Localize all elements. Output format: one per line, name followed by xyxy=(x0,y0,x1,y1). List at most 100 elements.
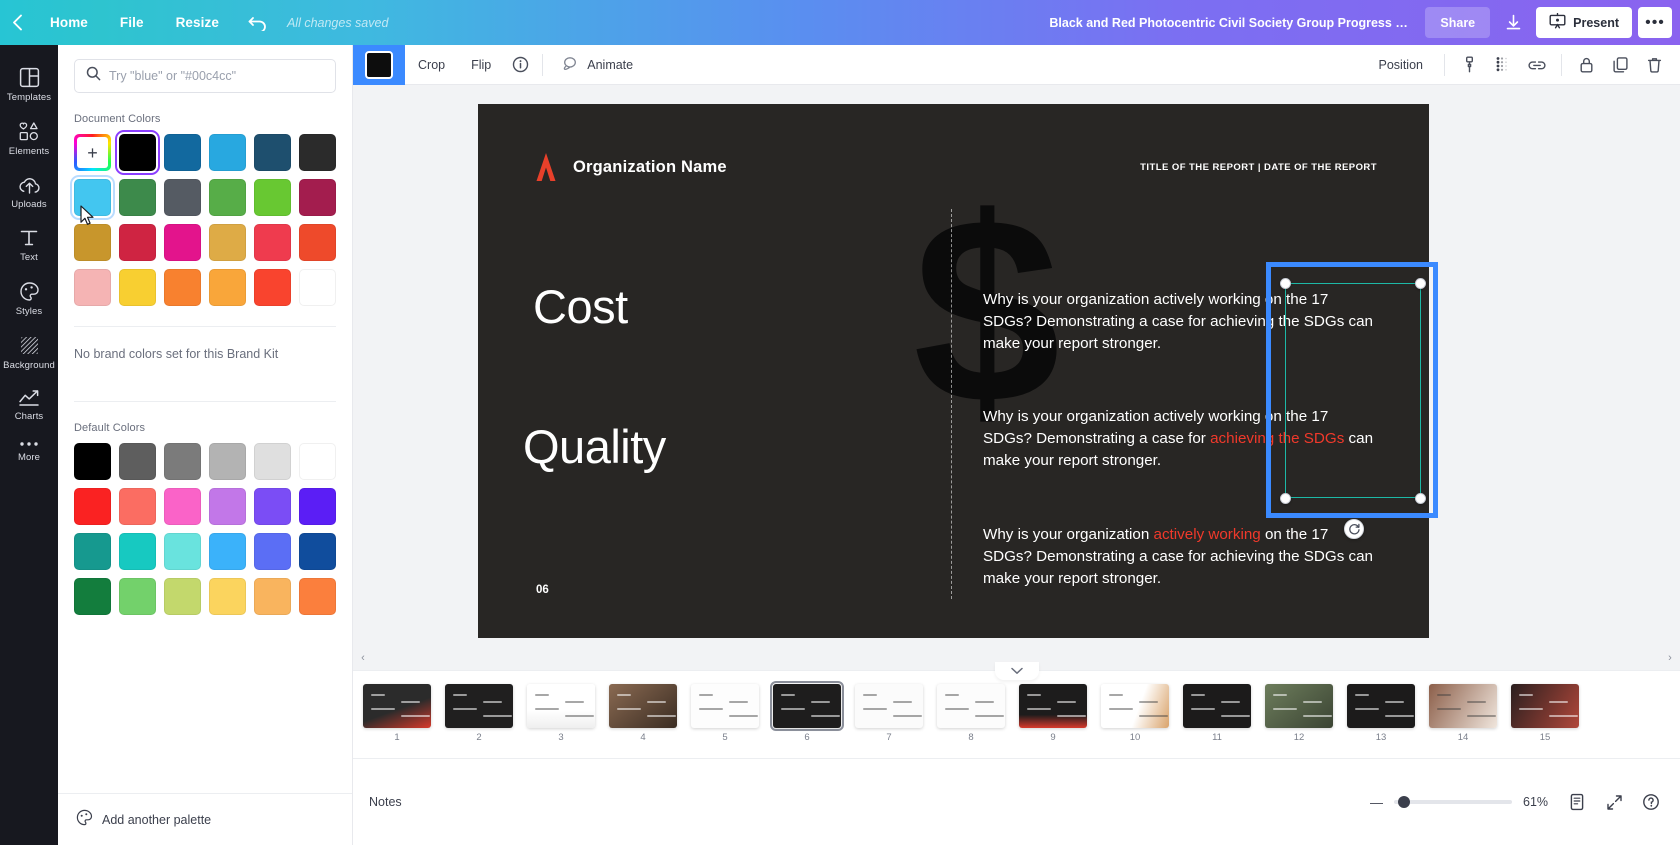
notes-button[interactable]: Notes xyxy=(369,795,402,809)
default-color-swatch[interactable] xyxy=(74,443,111,480)
slide-paragraph-3[interactable]: Why is your organization actively workin… xyxy=(983,524,1378,591)
default-color-swatch[interactable] xyxy=(119,488,156,525)
document-title[interactable]: Black and Red Photocentric Civil Society… xyxy=(1049,16,1409,30)
transparency-icon[interactable] xyxy=(1453,49,1485,81)
menu-home[interactable]: Home xyxy=(34,0,104,45)
sidebar-item-templates[interactable]: Templates xyxy=(0,57,58,111)
default-color-swatch[interactable] xyxy=(164,533,201,570)
document-color-swatch[interactable] xyxy=(164,134,201,171)
link-icon[interactable] xyxy=(1521,49,1553,81)
default-color-swatch[interactable] xyxy=(74,488,111,525)
sidebar-item-elements[interactable]: Elements xyxy=(0,111,58,165)
document-color-swatch[interactable] xyxy=(119,224,156,261)
canvas-scroll-right-icon[interactable]: › xyxy=(1662,650,1678,666)
page-thumbnail-item[interactable]: 5 xyxy=(691,684,759,743)
document-color-swatch[interactable] xyxy=(254,269,291,306)
default-color-swatch[interactable] xyxy=(299,443,336,480)
page-thumbnail-item[interactable]: 10 xyxy=(1101,684,1169,743)
page-thumbnail[interactable] xyxy=(1183,684,1251,728)
default-color-swatch[interactable] xyxy=(254,578,291,615)
zoom-slider-knob[interactable] xyxy=(1398,796,1410,808)
page-thumbnail[interactable] xyxy=(1347,684,1415,728)
zoom-out-button[interactable]: — xyxy=(1370,796,1383,809)
document-color-swatch[interactable] xyxy=(209,134,246,171)
sidebar-item-charts[interactable]: Charts xyxy=(0,379,58,430)
page-thumbnail[interactable] xyxy=(609,684,677,728)
document-color-swatch[interactable] xyxy=(299,134,336,171)
page-thumbnail[interactable] xyxy=(1101,684,1169,728)
page-thumbnail-item[interactable]: 11 xyxy=(1183,684,1251,743)
page-thumbnail-item[interactable]: 7 xyxy=(855,684,923,743)
document-color-swatch[interactable] xyxy=(119,269,156,306)
page-thumbnail-item[interactable]: 8 xyxy=(937,684,1005,743)
page-thumbnail-item[interactable]: 9 xyxy=(1019,684,1087,743)
download-icon[interactable] xyxy=(1496,7,1530,38)
default-color-swatch[interactable] xyxy=(119,533,156,570)
default-color-swatch[interactable] xyxy=(254,443,291,480)
flip-button[interactable]: Flip xyxy=(458,49,504,81)
rotate-handle[interactable] xyxy=(1344,519,1364,539)
effects-icon[interactable] xyxy=(1487,49,1519,81)
document-color-swatch[interactable] xyxy=(209,224,246,261)
default-color-swatch[interactable] xyxy=(254,533,291,570)
default-color-swatch[interactable] xyxy=(299,533,336,570)
menu-resize[interactable]: Resize xyxy=(160,0,235,45)
page-thumbnail-item[interactable]: 13 xyxy=(1347,684,1415,743)
page-thumbnail-item[interactable]: 2 xyxy=(445,684,513,743)
document-color-swatch[interactable] xyxy=(119,179,156,216)
help-icon[interactable] xyxy=(1638,789,1664,815)
document-color-swatch[interactable] xyxy=(209,269,246,306)
crop-button[interactable]: Crop xyxy=(405,49,458,81)
page-thumbnail-item[interactable]: 4 xyxy=(609,684,677,743)
color-search-input[interactable] xyxy=(109,69,324,83)
color-search-box[interactable] xyxy=(74,59,336,93)
position-button[interactable]: Position xyxy=(1366,49,1436,81)
page-thumbnail[interactable] xyxy=(445,684,513,728)
document-color-swatch[interactable] xyxy=(164,179,201,216)
page-thumbnail[interactable] xyxy=(937,684,1005,728)
page-thumbnail[interactable] xyxy=(1019,684,1087,728)
fullscreen-icon[interactable] xyxy=(1601,789,1627,815)
page-thumbnail[interactable] xyxy=(1429,684,1497,728)
document-color-swatch[interactable] xyxy=(74,224,111,261)
page-thumbnail-item[interactable]: 1 xyxy=(363,684,431,743)
info-icon[interactable] xyxy=(504,49,536,81)
document-color-swatch[interactable] xyxy=(254,179,291,216)
slide-word-quality[interactable]: Quality xyxy=(523,419,666,474)
slide-canvas[interactable]: Organization Name TITLE OF THE REPORT | … xyxy=(478,104,1429,638)
page-thumbnail-item[interactable]: 14 xyxy=(1429,684,1497,743)
page-thumbnail-item[interactable]: 3 xyxy=(527,684,595,743)
resize-handle-top-right[interactable] xyxy=(1415,278,1426,289)
sidebar-item-more[interactable]: More xyxy=(0,430,58,471)
default-color-swatch[interactable] xyxy=(209,533,246,570)
resize-handle-bottom-left[interactable] xyxy=(1280,493,1291,504)
default-color-swatch[interactable] xyxy=(74,533,111,570)
add-color-button[interactable]: + xyxy=(74,134,111,171)
page-thumbnail[interactable] xyxy=(691,684,759,728)
default-color-swatch[interactable] xyxy=(254,488,291,525)
animate-button[interactable]: Animate xyxy=(549,49,646,81)
document-color-swatch[interactable] xyxy=(299,224,336,261)
slide-paragraph-1[interactable]: Why is your organization actively workin… xyxy=(983,289,1378,356)
share-button[interactable]: Share xyxy=(1425,7,1491,38)
document-color-swatch[interactable] xyxy=(164,224,201,261)
sidebar-item-text[interactable]: Text xyxy=(0,218,58,271)
present-button[interactable]: Present xyxy=(1536,7,1632,38)
document-color-swatch[interactable] xyxy=(209,179,246,216)
sidebar-item-background[interactable]: Background xyxy=(0,325,58,379)
canvas-area[interactable]: Organization Name TITLE OF THE REPORT | … xyxy=(353,85,1680,670)
default-color-swatch[interactable] xyxy=(209,488,246,525)
undo-icon[interactable] xyxy=(235,0,281,45)
slide-word-cost[interactable]: Cost xyxy=(533,279,628,334)
page-thumbnail[interactable] xyxy=(770,681,844,731)
menu-file[interactable]: File xyxy=(104,0,160,45)
default-color-swatch[interactable] xyxy=(209,578,246,615)
resize-handle-bottom-right[interactable] xyxy=(1415,493,1426,504)
trash-icon[interactable] xyxy=(1638,49,1670,81)
default-color-swatch[interactable] xyxy=(299,488,336,525)
slide-paragraph-2[interactable]: Why is your organization actively workin… xyxy=(983,406,1378,473)
default-color-swatch[interactable] xyxy=(299,578,336,615)
page-thumbnail[interactable] xyxy=(855,684,923,728)
document-color-swatch[interactable] xyxy=(164,269,201,306)
page-thumbnail-item[interactable]: 6 xyxy=(770,681,844,743)
